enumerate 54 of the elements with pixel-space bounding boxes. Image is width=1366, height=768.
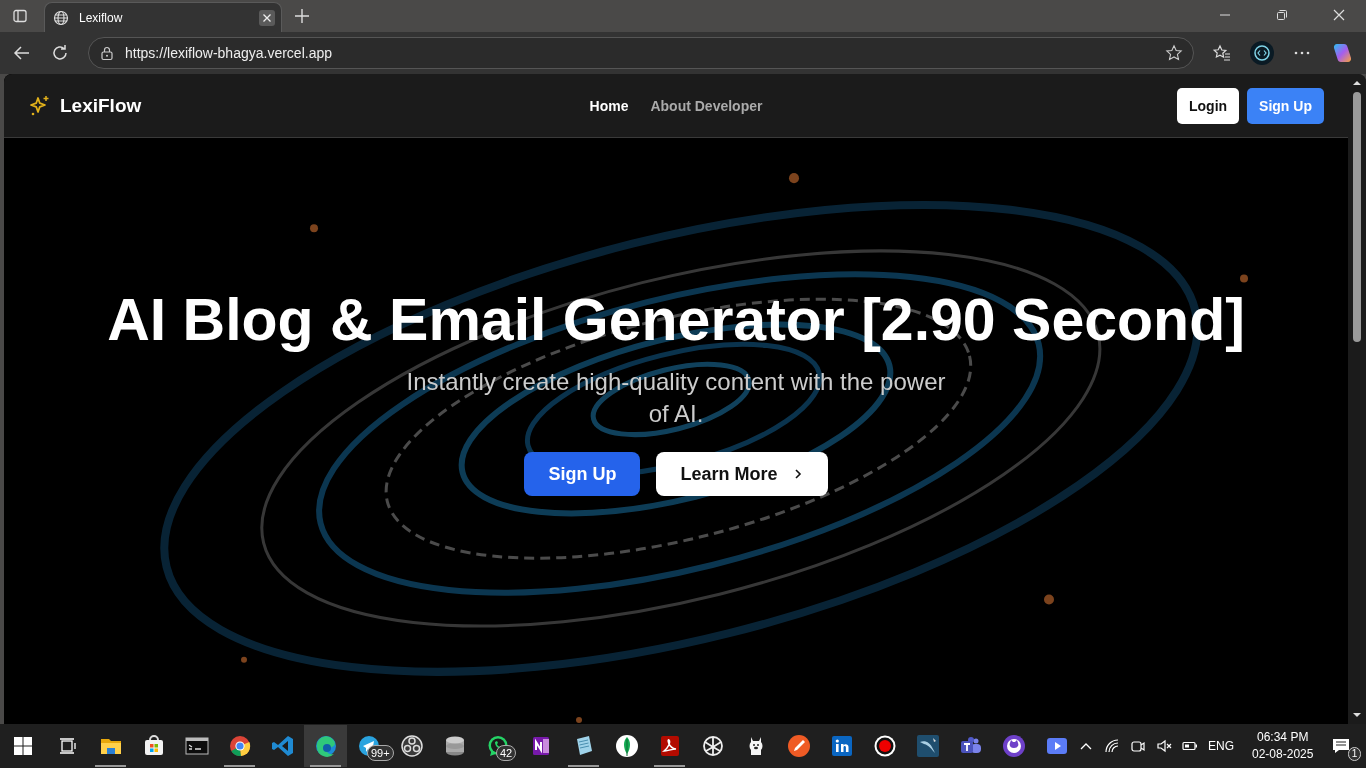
clock[interactable]: 06:34 PM 02-08-2025	[1252, 729, 1314, 763]
language-indicator[interactable]: ENG	[1208, 739, 1234, 753]
sign-up-button[interactable]: Sign Up	[1247, 87, 1324, 124]
running-indicator	[95, 765, 126, 767]
hero-title: AI Blog & Email Generator [2.90 Second]	[107, 286, 1245, 354]
address-bar[interactable]: https://lexiflow-bhagya.vercel.app	[88, 37, 1194, 69]
notification-icon[interactable]	[1331, 736, 1352, 756]
scroll-thumb[interactable]	[1353, 92, 1361, 342]
learn-more-button[interactable]: Learn More	[656, 452, 828, 496]
square-app-icon	[829, 734, 854, 758]
running-indicator	[654, 765, 685, 767]
leaf-icon	[614, 734, 639, 758]
sidebar-icon[interactable]	[12, 8, 28, 24]
camera-icon[interactable]	[1130, 738, 1146, 754]
muted-speaker-icon[interactable]	[1156, 738, 1172, 754]
browser-icon	[313, 734, 338, 758]
lock-icon[interactable]	[99, 45, 115, 61]
favorites-icon[interactable]	[1212, 43, 1232, 63]
code-editor-icon	[270, 734, 295, 758]
wifi-icon[interactable]	[1104, 738, 1120, 754]
nav-link[interactable]: About Developer	[650, 97, 763, 114]
url-text: https://lexiflow-bhagya.vercel.app	[125, 45, 332, 61]
scroll-up-icon[interactable]	[1352, 78, 1362, 88]
login-button[interactable]: Login	[1177, 87, 1240, 124]
terminal-icon	[184, 734, 209, 758]
globe-icon	[53, 9, 69, 26]
browser-tab[interactable]: Lexiflow	[44, 2, 282, 32]
nav-link[interactable]: Home	[589, 97, 629, 114]
windows-icon	[13, 736, 33, 756]
scroll-down-icon[interactable]	[1352, 710, 1362, 720]
count-badge: 99+	[367, 745, 394, 761]
tab-title: Lexiflow	[79, 10, 124, 25]
hero-subtitle: Instantly create high-quality content with the power of AI.	[405, 367, 947, 429]
browser-icon	[227, 734, 252, 758]
aperture-icon	[399, 734, 424, 758]
plus-icon[interactable]	[294, 8, 310, 24]
count-badge: 42	[496, 745, 517, 761]
refresh-icon[interactable]	[50, 43, 70, 63]
record-icon	[872, 734, 897, 758]
close-icon[interactable]	[1331, 7, 1347, 23]
task-view-icon	[57, 736, 78, 756]
pen-icon	[786, 734, 811, 758]
star-icon[interactable]	[1165, 44, 1183, 62]
sign-up-button[interactable]: Sign Up	[524, 452, 641, 496]
sparkle-icon	[28, 93, 52, 118]
logo-text[interactable]: LexiFlow	[60, 94, 142, 117]
profile-icon[interactable]	[1250, 41, 1274, 65]
taskbar-app[interactable]: 42	[476, 725, 519, 767]
running-indicator	[310, 765, 341, 767]
restore-icon[interactable]	[1274, 7, 1290, 23]
running-indicator	[568, 765, 599, 767]
close-icon[interactable]	[259, 9, 275, 26]
running-indicator	[224, 765, 255, 767]
notification-count: 1	[1347, 747, 1362, 761]
